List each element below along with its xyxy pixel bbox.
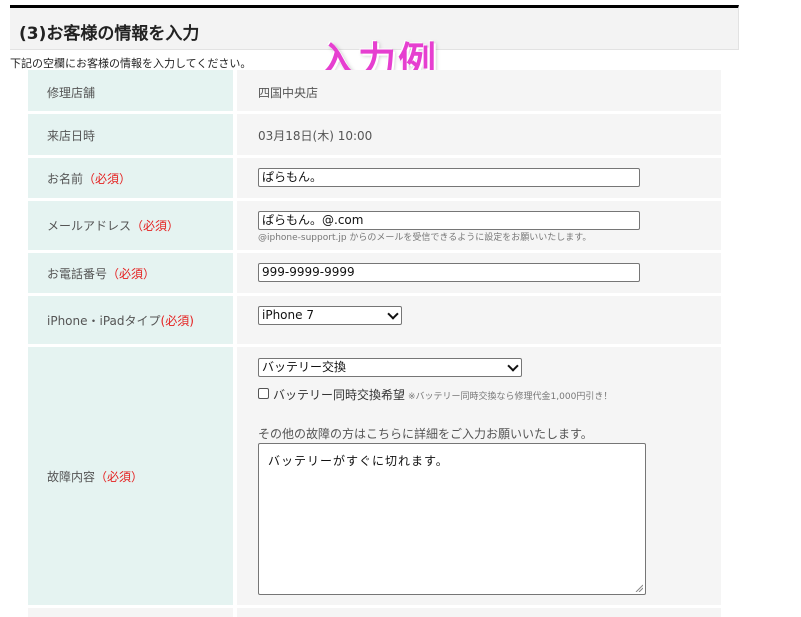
section-title: (3)お客様の情報を入力 [19,24,200,44]
phone-label: お電話番号（必須） [47,267,156,281]
email-note: @iphone-support.jp からのメールを受信できるように設定をお願い… [258,233,592,243]
visit-label-cell: 来店日時 [28,114,233,155]
device-select[interactable]: iPhone 7 [258,306,402,325]
row-store: 修理店舗 四国中央店 [28,70,721,111]
email-value-cell: ぱらもん。@.com @iphone-support.jp からのメールを受信で… [237,201,721,250]
issue-value-cell: バッテリー交換 バッテリー同時交換希望 ※バッテリー同時交換なら修理代金1,000… [237,347,721,605]
battery-replace-checkbox[interactable] [258,388,269,399]
battery-replace-label[interactable]: バッテリー同時交換希望 ※バッテリー同時交換なら修理代金1,000円引き！ [273,386,612,403]
row-device: iPhone・iPadタイプ(必須) iPhone 7 [28,296,721,344]
device-label: iPhone・iPadタイプ(必須) [47,314,194,328]
store-value-cell: 四国中央店 [237,70,721,111]
details-hint: その他の故障の方はこちらに詳細をご入力お願いいたします。 [258,427,593,441]
required-mark: （必須） [83,172,132,186]
required-mark: （必須） [131,219,180,233]
store-label: 修理店舗 [47,86,96,100]
issue-select[interactable]: バッテリー交換 [258,358,522,377]
chevron-down-icon [507,360,519,372]
next-label-cell [28,608,233,617]
chevron-down-icon [387,308,399,320]
required-mark: （必須） [95,470,144,484]
row-phone: お電話番号（必須） 999-9999-9999 [28,253,721,293]
row-email: メールアドレス（必須） ぱらもん。@.com @iphone-support.j… [28,201,721,250]
device-label-cell: iPhone・iPadタイプ(必須) [28,296,233,344]
details-textarea[interactable]: バッテリーがすぐに切れます。 [258,443,646,595]
intro-text: 下記の空欄にお客様の情報を入力してください。 [10,57,252,70]
visit-value-cell: 03月18日(木) 10:00 [237,114,721,155]
name-label-cell: お名前（必須） [28,158,233,198]
device-value-cell: iPhone 7 [237,296,721,344]
phone-label-cell: お電話番号（必須） [28,253,233,293]
issue-label: 故障内容（必須） [47,470,144,484]
phone-value-cell: 999-9999-9999 [237,253,721,293]
row-visit-datetime: 来店日時 03月18日(木) 10:00 [28,114,721,155]
row-issue: 故障内容（必須） バッテリー交換 バッテリー同時交換希望 ※バッテリー同時交換なら… [28,347,721,605]
email-input[interactable]: ぱらもん。@.com [258,211,640,230]
row-next [28,608,721,617]
battery-discount-note: ※バッテリー同時交換なら修理代金1,000円引き！ [408,392,613,402]
phone-input[interactable]: 999-9999-9999 [258,263,640,282]
visit-label: 来店日時 [47,129,96,143]
next-value-cell [237,608,721,617]
visit-value: 03月18日(木) 10:00 [258,129,373,143]
row-name: お名前（必須） ぱらもん。 [28,158,721,198]
email-label: メールアドレス（必須） [47,219,180,233]
required-mark: (必須) [160,314,194,328]
name-value-cell: ぱらもん。 [237,158,721,198]
issue-label-cell: 故障内容（必須） [28,347,233,605]
store-label-cell: 修理店舗 [28,70,233,111]
store-value: 四国中央店 [258,86,319,100]
name-label: お名前（必須） [47,172,132,186]
email-label-cell: メールアドレス（必須） [28,201,233,250]
required-mark: （必須） [107,267,156,281]
name-input[interactable]: ぱらもん。 [258,168,640,187]
resize-handle-icon[interactable] [635,584,643,592]
